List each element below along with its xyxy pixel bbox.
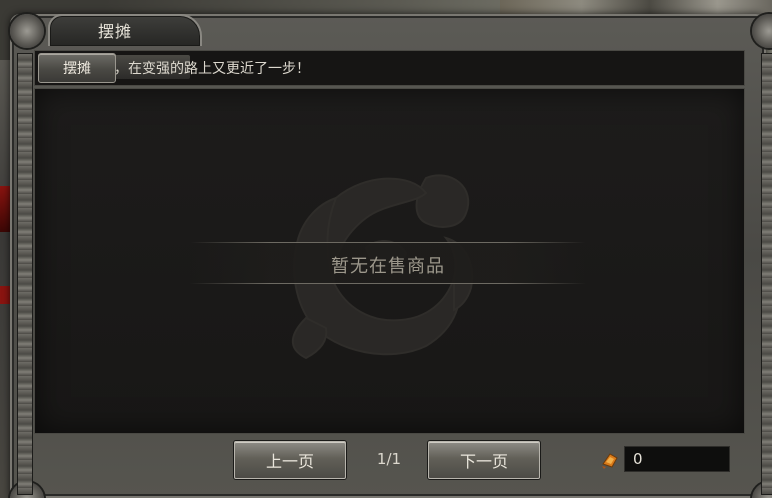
frame-ornament-icon <box>10 14 44 48</box>
currency-amount-field: 0 <box>624 446 730 472</box>
side-hud-badge-small <box>0 286 10 304</box>
frame-ornament-icon <box>752 14 772 48</box>
frame-side-right <box>762 54 772 494</box>
page-indicator: 1/1 <box>376 450 402 468</box>
gold-ingot-icon <box>602 453 618 469</box>
empty-goods-message: 暂无在售商品 <box>331 256 445 277</box>
next-page-button[interactable]: 下一页 <box>428 441 540 479</box>
prev-page-button[interactable]: 上一页 <box>234 441 346 479</box>
window-title: 摆摊 <box>98 22 133 41</box>
frame-side-left <box>18 54 32 494</box>
divider <box>190 283 586 284</box>
stall-button[interactable]: 摆摊 <box>38 53 116 83</box>
message-text: ，在变强的路上又更近了一步！ <box>114 61 310 77</box>
game-screen: 摆摊 摆摊 ，在变强的路上又更近了一步！ 暂无在售商品 上一页 1/1 下一页 … <box>0 0 772 498</box>
divider <box>190 242 586 243</box>
